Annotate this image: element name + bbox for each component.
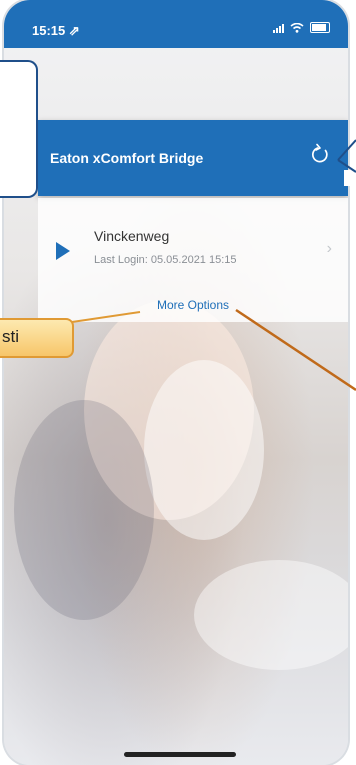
annotation-box: [0, 60, 38, 198]
home-indicator[interactable]: [124, 752, 236, 757]
home-name[interactable]: Vinckenweg: [94, 228, 169, 244]
phone-screen: 15:15 ⇗ Eaton xComfort Bridge Vinckenweg…: [4, 0, 348, 765]
chevron-right-icon[interactable]: ›: [327, 240, 332, 258]
play-icon[interactable]: [56, 242, 70, 260]
annotation-box-right: [344, 170, 356, 186]
more-options-link[interactable]: More Options: [38, 298, 348, 312]
callout-label: sti: [0, 318, 74, 358]
status-icons: [273, 22, 330, 33]
home-card: Vinckenweg Last Login: 05.05.2021 15:15 …: [38, 198, 348, 322]
battery-icon: [310, 22, 330, 33]
status-time: 15:15 ⇗: [32, 23, 80, 38]
callout-text: sti: [2, 327, 19, 346]
refresh-icon[interactable]: [308, 142, 332, 166]
background-image: [4, 0, 348, 765]
status-bar: 15:15 ⇗: [4, 0, 348, 48]
bridge-title: Eaton xComfort Bridge: [50, 150, 204, 166]
signal-icon: [273, 23, 284, 33]
bridge-header[interactable]: Eaton xComfort Bridge: [38, 120, 348, 196]
wifi-icon: [290, 22, 304, 33]
last-login-text: Last Login: 05.05.2021 15:15: [94, 254, 237, 266]
